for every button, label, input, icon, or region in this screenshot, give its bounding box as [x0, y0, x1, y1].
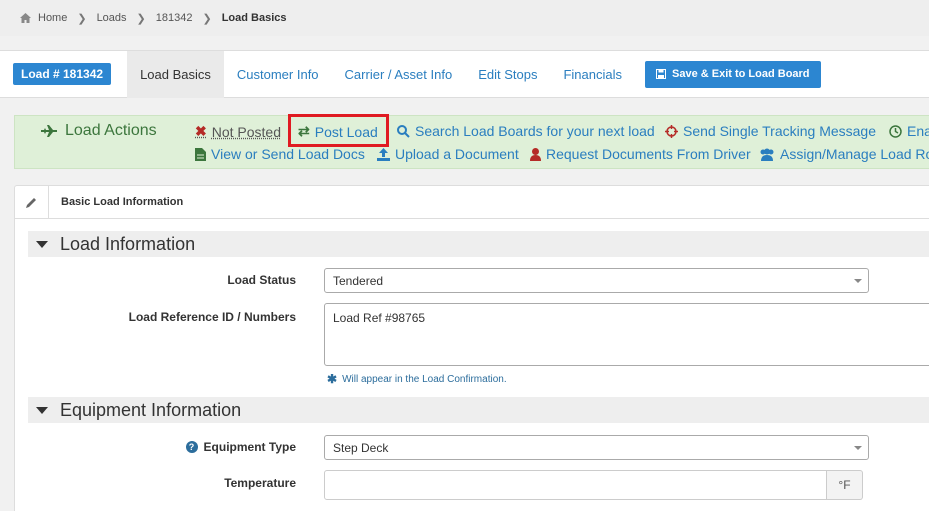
tab-load-basics[interactable]: Load Basics [127, 50, 224, 98]
user-icon [530, 147, 541, 161]
breadcrumb: Home ❯ Loads ❯ 181342 ❯ Load Basics [0, 0, 929, 36]
close-icon: ✖ [195, 123, 207, 139]
caret-down-icon [36, 240, 48, 248]
document-icon [195, 147, 206, 161]
save-exit-label: Save & Exit to Load Board [672, 68, 810, 80]
view-send-load-docs-link[interactable]: View or Send Load Docs [195, 146, 365, 162]
breadcrumb-loads[interactable]: Loads [97, 12, 127, 24]
load-actions-label: Load Actions [65, 122, 157, 139]
search-load-boards-link[interactable]: Search Load Boards for your next load [397, 123, 655, 139]
users-icon [760, 148, 774, 161]
chevron-right-icon: ❯ [77, 12, 87, 25]
breadcrumb-load-id[interactable]: 181342 [156, 12, 193, 24]
load-information-heading: Load Information [60, 233, 196, 254]
load-reference-value: Load Ref #98765 [333, 311, 426, 325]
load-actions-bar: Load Actions ✖ Not Posted ⇄ Post Load Se… [14, 115, 929, 169]
request-documents-link[interactable]: Request Documents From Driver [530, 146, 751, 162]
plane-icon [41, 125, 57, 137]
floppy-disk-icon [656, 69, 666, 79]
load-status-label: Load Status [227, 273, 296, 287]
breadcrumb-current: Load Basics [221, 12, 287, 24]
equipment-information-section-header[interactable]: Equipment Information [28, 397, 929, 423]
tab-customer-info[interactable]: Customer Info [224, 51, 332, 98]
save-exit-button[interactable]: Save & Exit to Load Board [645, 60, 821, 88]
temperature-unit: °F [827, 470, 863, 500]
load-information-section-header[interactable]: Load Information [28, 231, 929, 257]
search-load-boards-label: Search Load Boards for your next load [415, 123, 655, 139]
equipment-type-label: ? Equipment Type [185, 440, 296, 454]
tab-carrier-asset-info[interactable]: Carrier / Asset Info [332, 51, 466, 98]
request-documents-label: Request Documents From Driver [546, 146, 751, 162]
not-posted-status[interactable]: ✖ Not Posted [195, 123, 281, 140]
not-posted-label: Not Posted [211, 123, 281, 140]
tab-edit-stops[interactable]: Edit Stops [465, 51, 550, 98]
panel-title: Basic Load Information [61, 196, 184, 208]
clock-icon [889, 124, 902, 138]
assign-manage-roles-link[interactable]: Assign/Manage Load Rol [759, 146, 929, 162]
enable-tracking-link[interactable]: Ena [889, 123, 929, 139]
load-reference-textarea[interactable]: Load Ref #98765 [324, 303, 929, 366]
chevron-right-icon: ❯ [136, 12, 146, 25]
load-tab-bar: Load # 181342 Load Basics Customer Info … [0, 50, 929, 98]
panel-header: Basic Load Information [15, 185, 929, 219]
equipment-information-heading: Equipment Information [60, 399, 242, 420]
pencil-icon[interactable] [15, 185, 49, 219]
upload-icon [377, 147, 390, 161]
temperature-label: Temperature [224, 476, 296, 490]
caret-down-icon [36, 406, 48, 414]
home-icon [20, 13, 31, 23]
view-send-load-docs-label: View or Send Load Docs [211, 146, 365, 162]
upload-document-link[interactable]: Upload a Document [377, 146, 519, 162]
load-status-select[interactable]: Tendered [324, 268, 869, 293]
asterisk-icon: ✱ [327, 372, 338, 386]
chevron-down-icon [854, 446, 862, 450]
tab-financials[interactable]: Financials [550, 51, 635, 98]
breadcrumb-home[interactable]: Home [20, 12, 67, 24]
equipment-type-label-text: Equipment Type [203, 440, 296, 454]
send-tracking-message-label: Send Single Tracking Message [683, 123, 876, 139]
equipment-type-select[interactable]: Step Deck [324, 435, 869, 460]
load-reference-hint-text: Will appear in the Load Confirmation. [342, 373, 507, 385]
assign-manage-roles-label: Assign/Manage Load Rol [780, 146, 929, 162]
upload-document-label: Upload a Document [395, 146, 519, 162]
send-tracking-message-link[interactable]: Send Single Tracking Message [665, 123, 876, 139]
load-number-badge: Load # 181342 [13, 63, 112, 85]
equipment-type-value: Step Deck [333, 440, 389, 455]
search-icon [397, 124, 410, 138]
chevron-down-icon [854, 279, 862, 283]
post-load-highlight-box [288, 114, 389, 147]
load-reference-label: Load Reference ID / Numbers [128, 310, 296, 324]
chevron-right-icon: ❯ [202, 12, 212, 25]
load-status-value: Tendered [333, 273, 384, 288]
crosshair-icon [665, 124, 678, 138]
load-actions-title: Load Actions [41, 122, 157, 140]
basic-load-info-panel: Basic Load Information Load Information … [14, 185, 929, 511]
temperature-input[interactable] [324, 470, 827, 500]
enable-tracking-label: Ena [907, 123, 929, 139]
breadcrumb-home-label: Home [38, 12, 68, 24]
load-reference-hint: ✱ Will appear in the Load Confirmation. [327, 372, 507, 386]
question-circle-icon[interactable]: ? [185, 441, 198, 453]
